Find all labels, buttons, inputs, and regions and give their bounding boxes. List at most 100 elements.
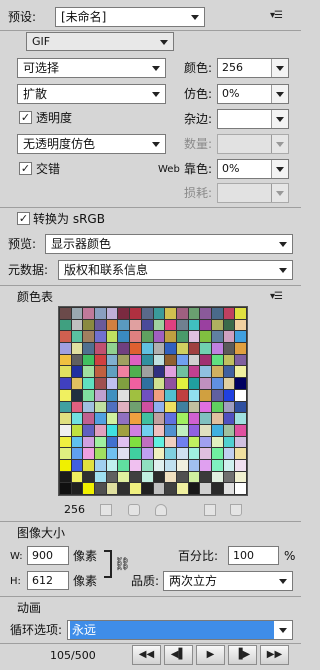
color-swatch[interactable] <box>95 448 106 459</box>
color-swatch[interactable] <box>130 331 141 343</box>
color-swatch[interactable] <box>118 331 130 343</box>
color-swatch[interactable] <box>71 459 83 471</box>
color-swatch[interactable] <box>176 308 188 319</box>
dither-combo[interactable]: 0% <box>217 84 289 104</box>
color-swatch[interactable] <box>118 389 130 401</box>
loop-select[interactable]: 永远 <box>67 620 293 640</box>
color-swatch[interactable] <box>211 343 223 354</box>
color-swatch[interactable] <box>60 471 71 483</box>
color-swatch[interactable] <box>83 308 95 319</box>
color-swatch[interactable] <box>118 413 130 424</box>
color-swatch[interactable] <box>95 471 106 483</box>
color-swatch[interactable] <box>141 424 153 436</box>
color-swatch[interactable] <box>106 308 118 319</box>
color-swatch[interactable] <box>211 308 223 319</box>
color-swatch[interactable] <box>118 459 130 471</box>
color-swatch[interactable] <box>165 389 176 401</box>
percent-input[interactable]: 100 <box>228 546 279 565</box>
color-swatch[interactable] <box>200 436 211 448</box>
color-swatch[interactable] <box>223 366 235 378</box>
color-swatch[interactable] <box>141 354 153 366</box>
map-color-icon[interactable] <box>100 504 112 516</box>
color-swatch[interactable] <box>83 343 95 354</box>
color-swatch[interactable] <box>188 413 200 424</box>
color-swatch[interactable] <box>83 448 95 459</box>
color-swatch[interactable] <box>153 331 165 343</box>
color-swatch[interactable] <box>141 483 153 494</box>
color-swatch[interactable] <box>165 308 176 319</box>
color-swatch[interactable] <box>211 378 223 389</box>
color-swatch[interactable] <box>106 436 118 448</box>
color-swatch[interactable] <box>118 424 130 436</box>
matte-combo[interactable] <box>217 109 289 129</box>
lossy-combo[interactable] <box>217 183 289 203</box>
color-swatch[interactable] <box>188 308 200 319</box>
color-swatch[interactable] <box>130 483 141 494</box>
metadata-select[interactable]: 版权和联系信息 <box>58 260 293 280</box>
color-swatch[interactable] <box>165 401 176 413</box>
color-swatch[interactable] <box>165 424 176 436</box>
color-swatch[interactable] <box>188 366 200 378</box>
color-swatch[interactable] <box>165 448 176 459</box>
color-swatch[interactable] <box>71 424 83 436</box>
color-swatch[interactable] <box>71 319 83 331</box>
color-swatch[interactable] <box>130 459 141 471</box>
color-swatch[interactable] <box>211 424 223 436</box>
color-swatch[interactable] <box>118 471 130 483</box>
color-swatch[interactable] <box>106 389 118 401</box>
color-swatch[interactable] <box>71 389 83 401</box>
color-swatch[interactable] <box>60 319 71 331</box>
color-swatch[interactable] <box>141 331 153 343</box>
color-swatch[interactable] <box>95 319 106 331</box>
color-swatch[interactable] <box>83 378 95 389</box>
color-swatch[interactable] <box>130 366 141 378</box>
color-swatch[interactable] <box>106 331 118 343</box>
color-swatch[interactable] <box>60 459 71 471</box>
color-swatch[interactable] <box>211 366 223 378</box>
color-swatch[interactable] <box>130 378 141 389</box>
color-swatch[interactable] <box>153 401 165 413</box>
color-swatch[interactable] <box>223 331 235 343</box>
color-swatch[interactable] <box>223 343 235 354</box>
color-swatch[interactable] <box>235 471 246 483</box>
color-reduction-select[interactable]: 可选择 <box>17 58 166 78</box>
color-swatch[interactable] <box>211 413 223 424</box>
color-swatch[interactable] <box>83 319 95 331</box>
color-swatch[interactable] <box>130 413 141 424</box>
color-swatch[interactable] <box>223 354 235 366</box>
color-swatch[interactable] <box>83 413 95 424</box>
color-swatch[interactable] <box>60 331 71 343</box>
chevron-down-icon[interactable] <box>271 184 288 202</box>
color-swatch[interactable] <box>118 448 130 459</box>
color-swatch[interactable] <box>95 483 106 494</box>
color-swatch[interactable] <box>188 331 200 343</box>
web-snap-combo[interactable]: 0% <box>217 159 289 179</box>
color-swatch[interactable] <box>118 401 130 413</box>
color-swatch[interactable] <box>235 401 246 413</box>
color-swatch[interactable] <box>165 378 176 389</box>
color-swatch[interactable] <box>71 413 83 424</box>
color-swatch[interactable] <box>223 401 235 413</box>
color-swatch[interactable] <box>71 436 83 448</box>
color-swatch[interactable] <box>153 343 165 354</box>
color-swatch[interactable] <box>95 308 106 319</box>
play-button[interactable]: ▶ <box>196 645 225 665</box>
color-swatch[interactable] <box>188 459 200 471</box>
color-swatch[interactable] <box>95 378 106 389</box>
color-swatch[interactable] <box>130 319 141 331</box>
color-swatch[interactable] <box>130 448 141 459</box>
next-frame-button[interactable]: ▐▶ <box>228 645 257 665</box>
color-swatch[interactable] <box>130 436 141 448</box>
color-swatch[interactable] <box>83 354 95 366</box>
color-swatch[interactable] <box>200 366 211 378</box>
color-swatch[interactable] <box>95 436 106 448</box>
colors-combo[interactable]: 256 <box>217 58 289 78</box>
color-swatch[interactable] <box>153 354 165 366</box>
color-swatch[interactable] <box>95 424 106 436</box>
color-swatch[interactable] <box>130 401 141 413</box>
color-swatch[interactable] <box>223 308 235 319</box>
color-swatch[interactable] <box>200 389 211 401</box>
trash-icon[interactable] <box>230 504 242 516</box>
new-color-icon[interactable] <box>204 504 216 516</box>
color-swatch[interactable] <box>106 319 118 331</box>
